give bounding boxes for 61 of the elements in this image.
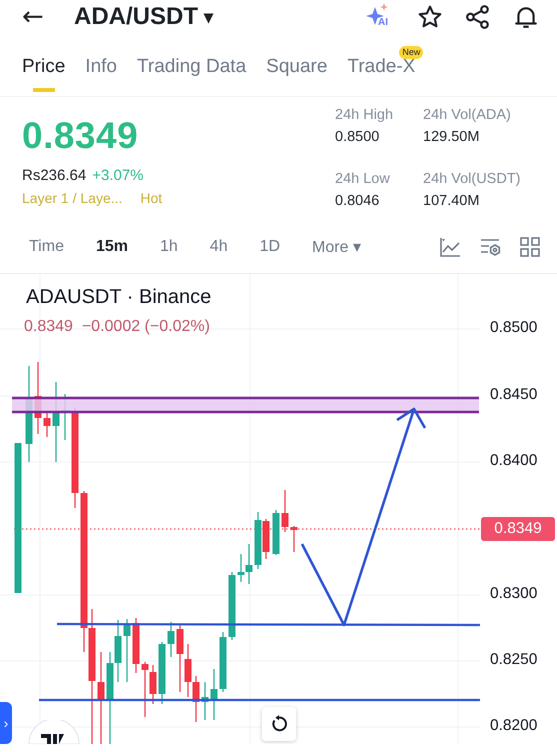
stat-label: 24h High <box>335 107 394 123</box>
last-price: 0.8349 <box>22 115 140 158</box>
stat-label: 24h Vol(ADA) <box>423 107 512 123</box>
price-axis-label: 0.8400 <box>490 452 538 470</box>
chart-quote: 0.8349 −0.0002 (−0.02%) <box>24 318 210 336</box>
interval-tab[interactable]: 1D <box>248 234 292 260</box>
stat-value: 0.8046 <box>335 193 380 209</box>
tab[interactable]: Square <box>256 48 338 92</box>
stat-label: 24h Low <box>335 171 391 187</box>
resistance-zone[interactable] <box>12 396 479 414</box>
stat-value: 129.50M <box>423 129 480 145</box>
tab[interactable]: Trade-X New <box>337 48 426 92</box>
interval-tab[interactable]: Time <box>18 234 75 260</box>
interval-tab[interactable]: More ▾ <box>301 233 372 261</box>
price-axis-label: 0.8500 <box>490 319 538 337</box>
pair-selector[interactable]: ADA/USDT ▾ <box>74 3 213 31</box>
stat-value: 0.8500 <box>335 129 380 145</box>
tab[interactable]: Info <box>75 48 127 92</box>
drawer-toggle[interactable]: › <box>0 702 12 744</box>
back-button[interactable]: ← <box>22 2 62 32</box>
hot-tag: Hot <box>140 190 162 206</box>
interval-tab[interactable]: 4h <box>198 234 239 260</box>
chart-symbol: ADAUSDT · Binance <box>26 286 212 309</box>
stat-value: 107.40M <box>423 193 480 209</box>
price-change: +3.07% <box>92 167 144 184</box>
fiat-price: Rs236.64 <box>22 167 86 184</box>
price-axis-label: 0.8200 <box>490 717 538 735</box>
candle <box>210 669 218 720</box>
indicator-chart-icon[interactable] <box>439 236 461 258</box>
star-icon[interactable] <box>417 4 443 30</box>
grid-layout-icon[interactable] <box>519 236 541 258</box>
candle <box>44 412 50 437</box>
price-axis-label: 0.8250 <box>490 651 538 669</box>
candle <box>228 572 236 640</box>
projection-arrow[interactable] <box>300 408 426 626</box>
ai-assistant-button[interactable]: AI <box>365 3 395 31</box>
tab[interactable]: Price <box>12 48 76 92</box>
candle <box>124 619 130 682</box>
reset-icon <box>270 715 288 733</box>
candle <box>282 490 288 532</box>
new-badge: New <box>399 46 424 59</box>
chart-settings-icon[interactable] <box>479 236 501 258</box>
last-price-label: 0.8349 <box>481 517 555 541</box>
price-axis-label: 0.8300 <box>490 585 538 603</box>
share-icon[interactable] <box>465 4 491 30</box>
candle <box>168 622 174 657</box>
price-axis-label: 0.8450 <box>490 386 538 404</box>
stat-label: 24h Vol(USDT) <box>423 171 522 187</box>
candle <box>202 682 208 720</box>
interval-tab[interactable]: 1h <box>149 234 189 260</box>
candle <box>158 642 166 704</box>
support-line[interactable] <box>39 698 480 702</box>
candle <box>272 510 280 555</box>
support-line[interactable] <box>57 622 480 626</box>
tab[interactable]: Trading Data <box>127 48 256 92</box>
candle <box>220 632 226 692</box>
candle <box>290 526 298 552</box>
candle <box>132 618 140 673</box>
chart-logo-icon[interactable] <box>28 720 80 744</box>
interval-tab[interactable]: 15m <box>84 234 139 260</box>
reset-chart-button[interactable] <box>262 707 296 741</box>
